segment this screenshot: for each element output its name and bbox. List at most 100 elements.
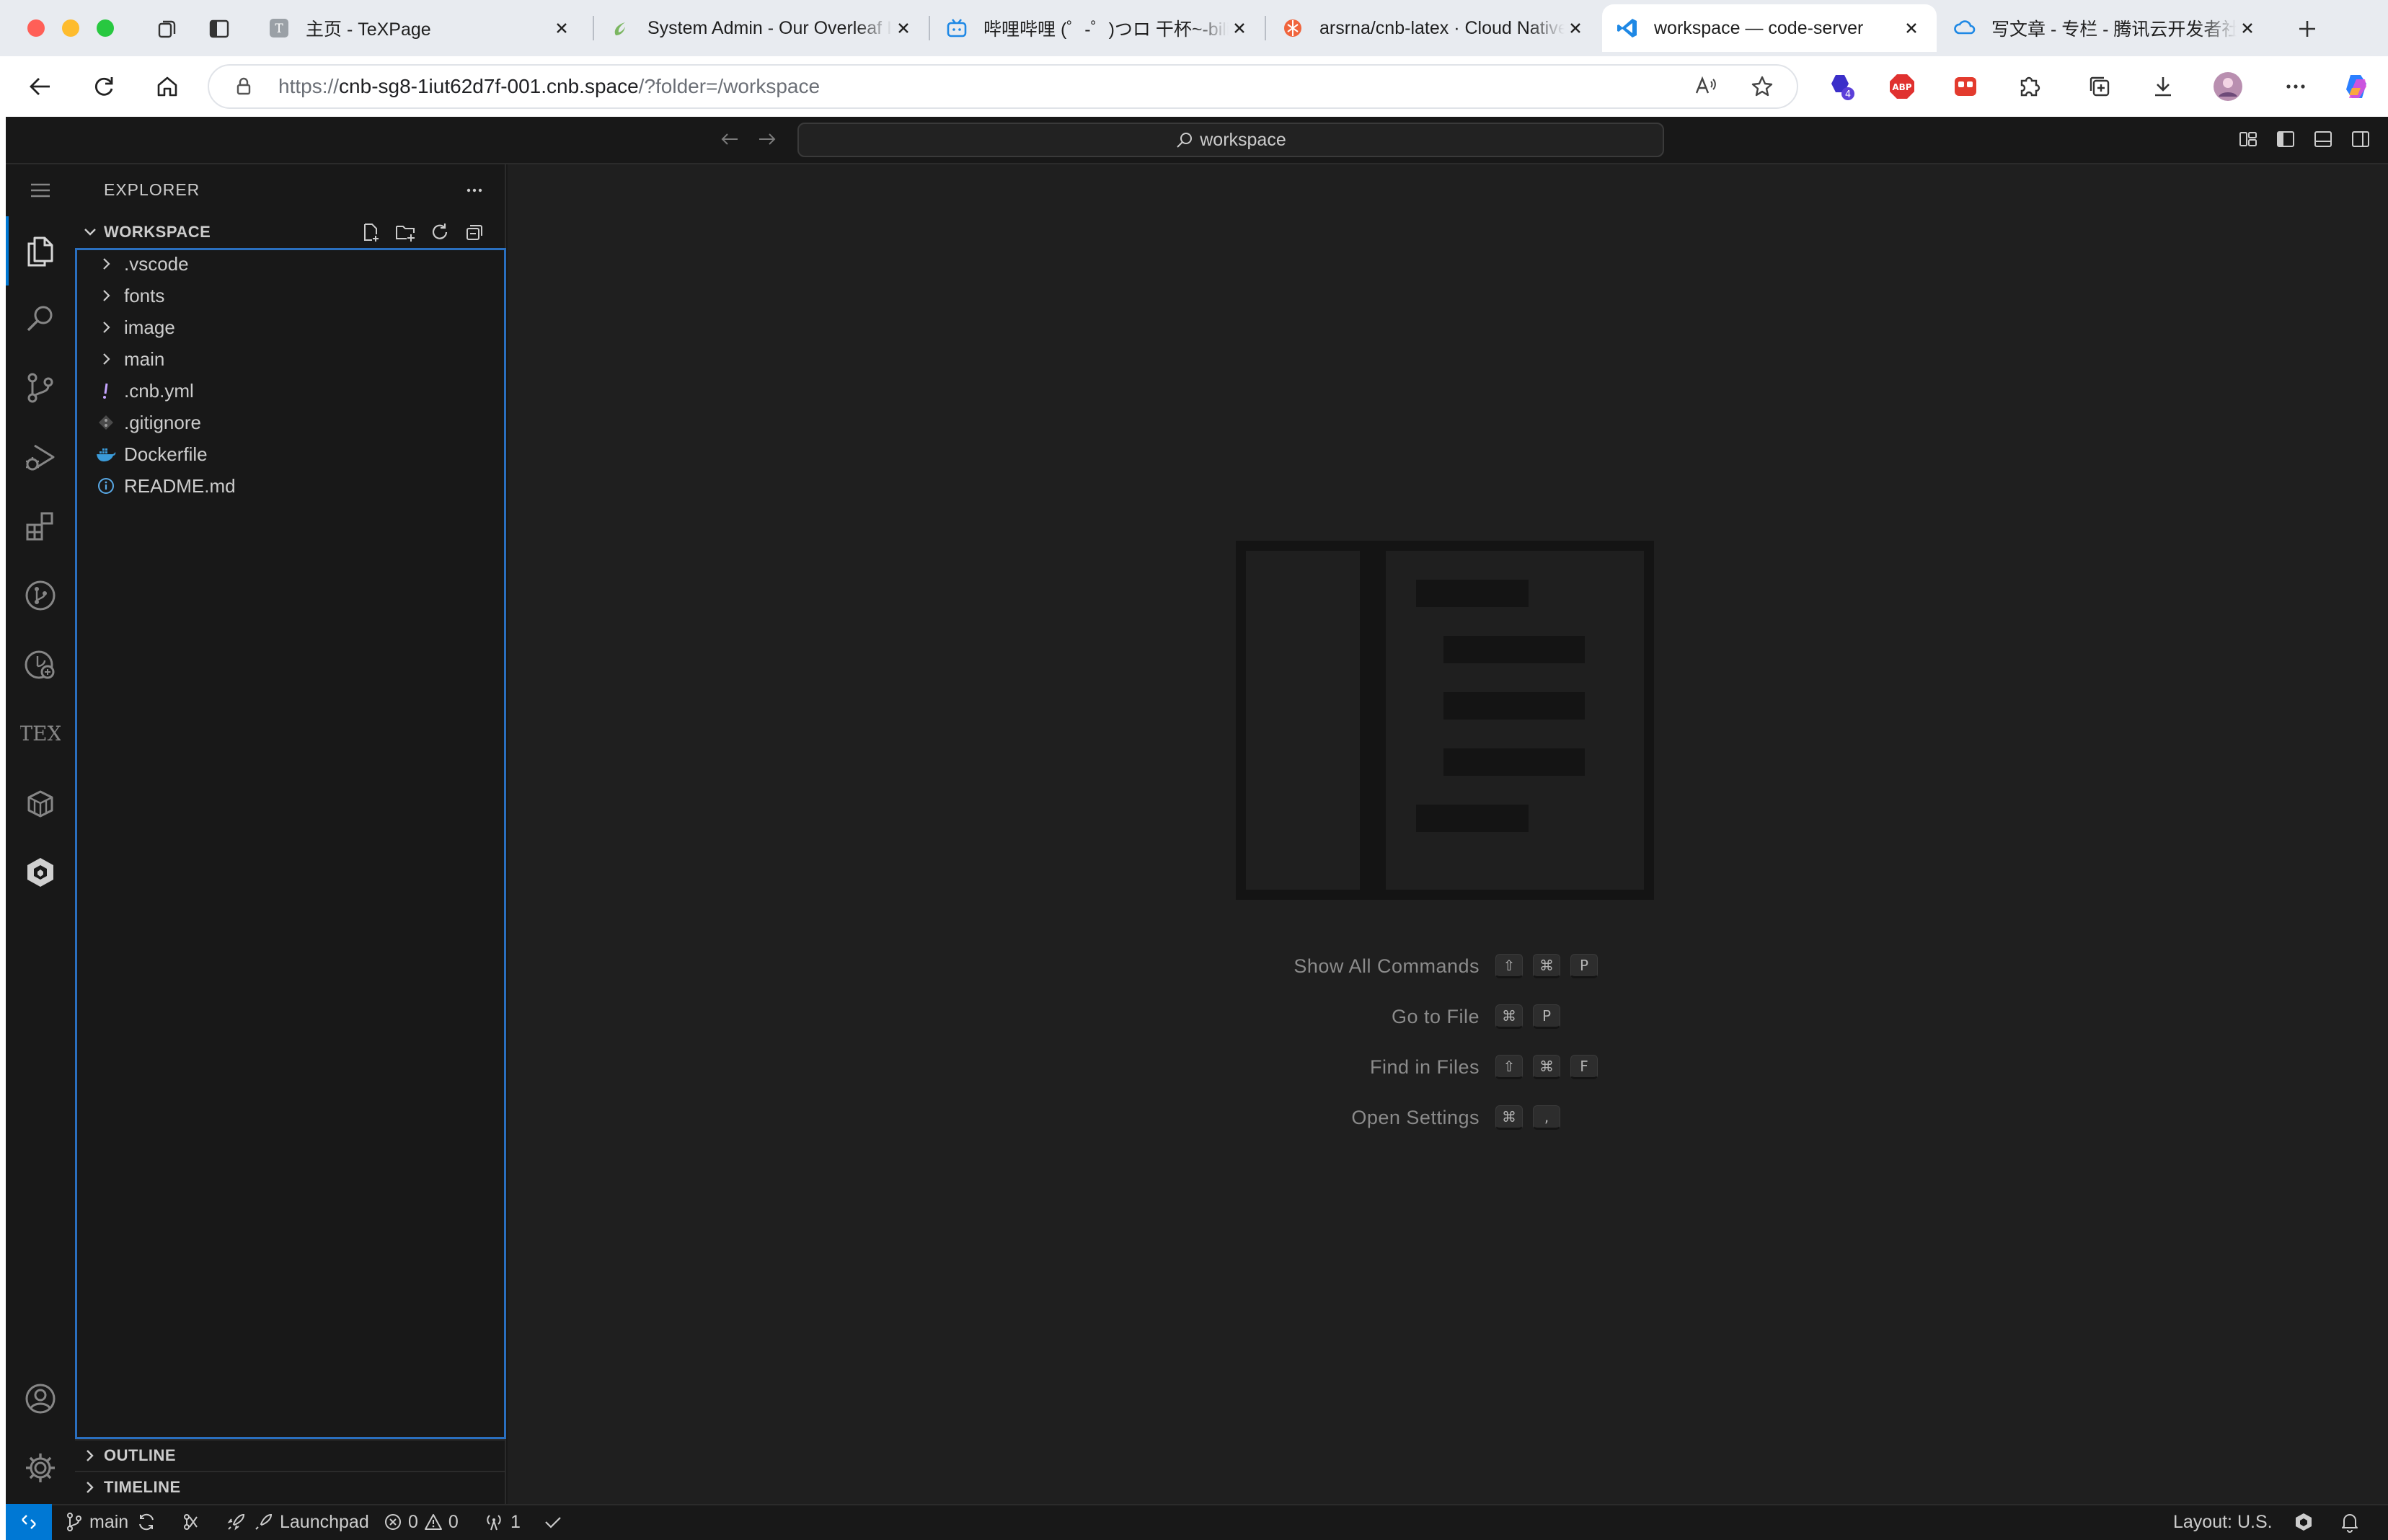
keyboard-layout-label: Layout: U.S.: [2173, 1511, 2273, 1532]
source-control-icon[interactable]: [6, 353, 75, 422]
tex-label: TEX: [20, 722, 61, 745]
notifications-status[interactable]: [2339, 1504, 2366, 1540]
extensions-icon[interactable]: [6, 492, 75, 561]
profile-avatar[interactable]: [2211, 69, 2245, 104]
adblock-plus-icon[interactable]: ABP: [1885, 69, 1919, 104]
remote-explorer-icon[interactable]: [6, 630, 75, 699]
tab-title: 哔哩哔哩 (゜-゜)つロ 干杯~-bilibili: [983, 19, 1229, 40]
toggle-secondary-sidebar-icon[interactable]: [2343, 122, 2378, 156]
check-status[interactable]: [542, 1504, 570, 1540]
home-icon[interactable]: [150, 69, 185, 104]
favorite-star-icon[interactable]: [1745, 69, 1779, 104]
url-text[interactable]: https://cnb-sg8-1iut62d7f-001.cnb.space/…: [278, 72, 820, 101]
workspaces-icon[interactable]: [153, 14, 182, 43]
collapse-folders-icon[interactable]: [457, 215, 492, 249]
new-tab-button[interactable]: [2293, 14, 2322, 43]
minimize-window-button[interactable]: [62, 19, 79, 37]
run-and-debug-icon[interactable]: [6, 422, 75, 492]
shortcut-label: Show All Commands: [1294, 955, 1480, 977]
sync-status[interactable]: [136, 1504, 163, 1540]
read-aloud-icon[interactable]: [1689, 69, 1723, 104]
accounts-icon[interactable]: [6, 1364, 75, 1433]
tab-cnb-latex[interactable]: arsrna/cnb-latex · Cloud Native Build: [1268, 4, 1601, 52]
outline-section-header[interactable]: OUTLINE: [75, 1439, 506, 1471]
customize-layout-icon[interactable]: [2231, 122, 2265, 156]
toggle-panel-icon[interactable]: [2306, 122, 2340, 156]
close-tab-icon[interactable]: [893, 17, 914, 39]
extension-red-icon[interactable]: [1948, 69, 1983, 104]
new-file-icon[interactable]: [353, 215, 388, 249]
close-tab-icon[interactable]: [551, 17, 572, 39]
problems-status[interactable]: 0 0: [384, 1504, 459, 1540]
collections-icon[interactable]: [2082, 69, 2117, 104]
radio-tower-icon: [487, 1515, 501, 1531]
lock-icon[interactable]: [226, 69, 261, 104]
downloads-icon[interactable]: [2146, 69, 2180, 104]
tree-item-cnb-yml[interactable]: .cnb.yml: [79, 375, 502, 407]
key-command: ⌘: [1533, 954, 1560, 978]
application-menu-icon[interactable]: [6, 156, 75, 225]
tab-code-server[interactable]: workspace — code-server: [1602, 4, 1937, 52]
tree-item-gitignore[interactable]: .gitignore: [79, 407, 502, 438]
tree-item-fonts-folder[interactable]: fonts: [79, 280, 502, 311]
tree-item-dockerfile[interactable]: Dockerfile: [79, 438, 502, 470]
chevron-right-icon: [95, 317, 117, 338]
git-file-icon: [95, 412, 117, 433]
shortcut-find-in-files: Find in Files ⇧ ⌘ F: [1061, 1053, 1638, 1081]
go-forward-icon[interactable]: [750, 122, 784, 156]
tab-title: 写文章 - 专栏 - 腾讯云开发者社区: [1991, 19, 2237, 40]
svg-text:T: T: [275, 22, 283, 36]
containers-icon[interactable]: [6, 769, 75, 838]
back-icon[interactable]: [23, 69, 58, 104]
timeline-section-header[interactable]: TIMELINE: [75, 1471, 506, 1503]
toggle-primary-sidebar-icon[interactable]: [2268, 122, 2303, 156]
ports-status[interactable]: 1: [483, 1504, 521, 1540]
git-graph-status[interactable]: [180, 1504, 208, 1540]
refresh-explorer-icon[interactable]: [423, 215, 457, 249]
copilot-icon[interactable]: [2339, 69, 2374, 104]
keyboard-layout-status[interactable]: Layout: U.S.: [2173, 1504, 2273, 1540]
git-branch-icon: [67, 1513, 81, 1531]
remote-indicator-button[interactable]: [6, 1504, 52, 1540]
git-graph-icon[interactable]: [6, 561, 75, 630]
yaml-file-icon: [95, 380, 117, 402]
tab-overleaf[interactable]: System Admin - Our Overleaf Instance: [596, 4, 929, 52]
explorer-files-icon[interactable]: [6, 216, 75, 286]
explorer-more-actions-icon[interactable]: [457, 173, 492, 208]
cnb-logo-icon[interactable]: [6, 838, 75, 907]
bilibili-favicon-icon: [946, 17, 968, 39]
copilot-status[interactable]: [2293, 1504, 2320, 1540]
tex-workshop-icon[interactable]: TEX: [6, 699, 75, 769]
tab-tencent-cloud[interactable]: 写文章 - 专栏 - 腾讯云开发者社区: [1940, 4, 2273, 52]
vertical-tabs-icon[interactable]: [205, 14, 234, 43]
extensions-puzzle-icon[interactable]: [2012, 69, 2046, 104]
tree-item-main-folder[interactable]: main: [79, 343, 502, 375]
close-tab-icon[interactable]: [1229, 17, 1250, 39]
tree-item-readme[interactable]: README.md: [79, 470, 502, 502]
reload-icon[interactable]: [87, 69, 121, 104]
new-folder-icon[interactable]: [388, 215, 423, 249]
close-tab-icon[interactable]: [1901, 17, 1922, 39]
command-center[interactable]: workspace: [797, 123, 1664, 157]
tab-title: 主页 - TeXPage: [306, 19, 431, 40]
search-view-icon[interactable]: [6, 284, 75, 353]
more-options-icon[interactable]: [2278, 69, 2313, 104]
shortcut-go-to-file: Go to File ⌘ P: [1061, 1002, 1638, 1031]
shortcut-label: Find in Files: [1369, 1056, 1480, 1078]
tab-texpage[interactable]: T 主页 - TeXPage: [254, 4, 587, 52]
close-window-button[interactable]: [27, 19, 45, 37]
close-tab-icon[interactable]: [1565, 17, 1586, 39]
chevron-right-icon: [95, 285, 117, 306]
url-path: /?folder=/workspace: [638, 75, 821, 97]
manage-gear-icon[interactable]: [6, 1433, 75, 1503]
extension-hexagon-icon[interactable]: 4: [1823, 69, 1857, 104]
zoom-window-button[interactable]: [97, 19, 114, 37]
go-back-icon[interactable]: [712, 122, 747, 156]
tree-item-image-folder[interactable]: image: [79, 311, 502, 343]
close-tab-icon[interactable]: [2237, 17, 2258, 39]
git-branch-status[interactable]: main: [65, 1504, 128, 1540]
tab-bilibili[interactable]: 哔哩哔哩 (゜-゜)つロ 干杯~-bilibili: [932, 4, 1265, 52]
tree-item-vscode-folder[interactable]: .vscode: [79, 248, 502, 280]
launchpad-status[interactable]: Launchpad: [225, 1504, 369, 1540]
copilot-status-icon: [2296, 1513, 2312, 1531]
